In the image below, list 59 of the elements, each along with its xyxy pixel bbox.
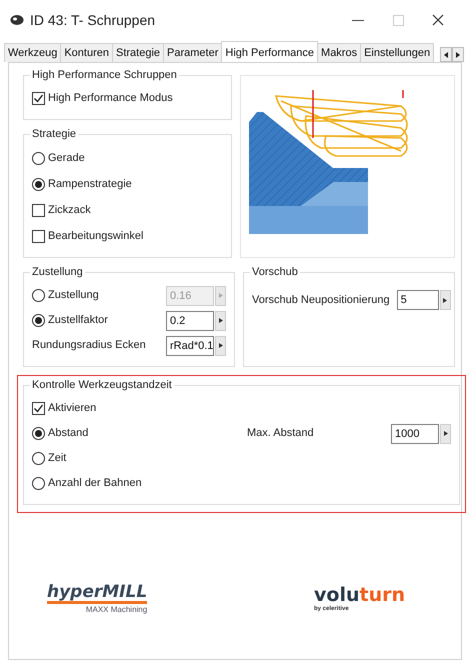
checkbox[interactable] <box>32 92 45 105</box>
tab[interactable]: Parameter <box>163 43 222 62</box>
option-label: Bearbeitungswinkel <box>48 228 144 244</box>
option-label: Zustellfaktor <box>48 313 108 328</box>
checkbox[interactable] <box>32 230 45 242</box>
input-field[interactable]: 0.2 <box>166 310 214 330</box>
spin-button[interactable] <box>215 310 226 330</box>
option-label: Anzahl der Bahnen <box>48 476 142 492</box>
triangle-right-icon <box>443 298 448 302</box>
tab[interactable]: Einstellungen <box>360 43 434 62</box>
option-label: Abstand <box>48 426 88 442</box>
radio-button[interactable] <box>32 452 45 465</box>
scroll-left-button[interactable] <box>440 47 452 62</box>
group-title: Vorschub <box>251 266 299 279</box>
option-label: High Performance Modus <box>48 91 173 106</box>
maximize-icon <box>392 14 404 26</box>
option-label: Aktivieren <box>48 401 96 416</box>
logo-wordmark: hyperMILL <box>47 583 148 604</box>
triangle-right-icon <box>218 318 222 323</box>
input-field[interactable]: 5 <box>396 290 439 310</box>
input-field[interactable]: 1000 <box>391 424 439 444</box>
checkbox[interactable] <box>32 204 45 216</box>
spin-button[interactable] <box>440 290 451 310</box>
group-title: Strategie <box>31 128 78 141</box>
tab[interactable]: Konturen <box>60 43 113 62</box>
triangle-right-icon <box>456 52 460 58</box>
spin-button[interactable] <box>215 336 226 356</box>
triangle-right-icon <box>218 293 222 298</box>
group-title: Zustellung <box>31 266 84 279</box>
close-icon <box>432 14 444 26</box>
option-label: Vorschub Neupositionierung <box>252 292 390 308</box>
radio-button[interactable] <box>32 178 45 190</box>
radio-button[interactable] <box>32 314 45 327</box>
tab[interactable]: Werkzeug <box>4 43 62 62</box>
triangle-left-icon <box>444 52 448 58</box>
radio-button[interactable] <box>32 427 45 440</box>
option-label: Max. Abstand <box>247 426 314 442</box>
option-label: Zickzack <box>48 202 91 218</box>
option-label: Gerade <box>48 150 85 166</box>
input-field[interactable]: rRad*0.1 <box>166 336 214 356</box>
window-title: ID 43: T- Schruppen <box>30 10 156 30</box>
logo-tagline: MAXX Machining <box>84 604 148 616</box>
tab[interactable]: Makros <box>317 43 362 62</box>
group-title: High Performance Schruppen <box>31 69 178 82</box>
triangle-right-icon <box>218 343 222 348</box>
checkbox[interactable] <box>32 402 45 415</box>
option-label: Rampenstrategie <box>48 176 132 192</box>
option-label: Zustellung <box>48 288 99 304</box>
logo-wordmark: voluturn <box>314 585 405 605</box>
app-icon <box>10 14 24 26</box>
radio-button[interactable] <box>32 152 45 164</box>
spin-button[interactable] <box>440 424 451 444</box>
scroll-right-button[interactable] <box>452 47 464 62</box>
option-label: Rundungsradius Ecken <box>32 338 146 354</box>
group-title: Kontrolle Werkzeugstandzeit <box>31 379 173 392</box>
tab[interactable]: Strategie <box>112 43 164 62</box>
option-label: Zeit <box>48 451 66 466</box>
triangle-right-icon <box>444 431 448 436</box>
radio-button[interactable] <box>32 477 45 490</box>
